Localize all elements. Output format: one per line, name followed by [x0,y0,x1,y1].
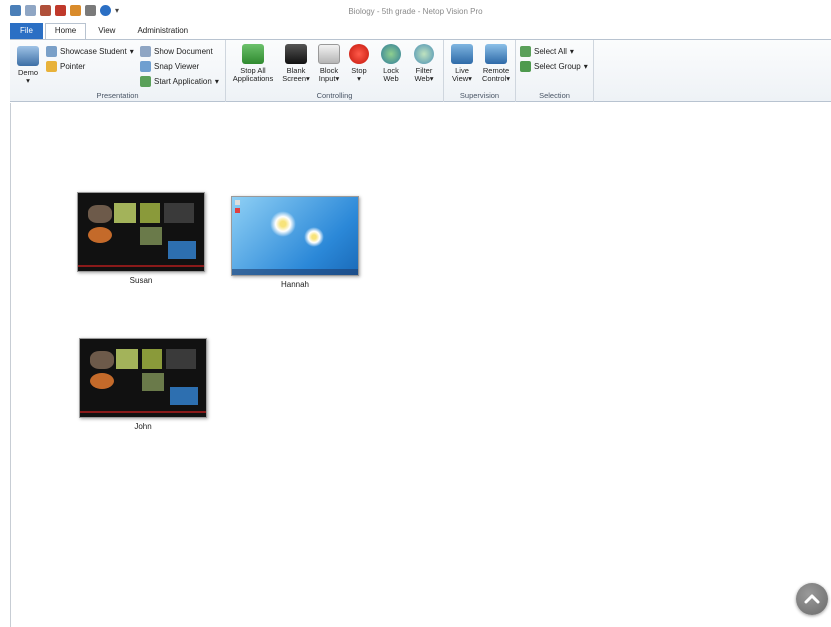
tab-view[interactable]: View [88,23,125,39]
document-icon [140,46,151,57]
live-view-button[interactable]: Live View▾ [447,44,477,83]
select-group-label: Select Group [534,62,581,71]
chevron-down-icon: ▾ [357,74,361,83]
chevron-down-icon: ▾ [506,74,510,83]
chevron-down-icon: ▾ [335,74,340,83]
showcase-student-button[interactable]: Showcase Student ▾ [46,46,134,57]
ribbon-tabs: File Home View Administration [10,23,198,39]
student-tile[interactable]: Hannah [231,196,359,289]
group-selection: Select All ▾ Select Group ▾ Selection [516,40,594,102]
chevron-down-icon: ▾ [26,76,30,85]
scroll-up-button[interactable] [796,583,828,615]
select-all-button[interactable]: Select All ▾ [520,46,574,57]
stop-all-applications-button[interactable]: Stop All Applications [229,44,277,83]
filter-web-icon [414,44,434,64]
blank-label-2: Screen [282,74,306,83]
blank-screen-button[interactable]: Blank Screen▾ [279,44,313,83]
pointer-label: Pointer [60,62,86,71]
application-icon [140,76,151,87]
chevron-down-icon: ▾ [468,74,472,83]
window-title: Biology - 5th grade - Netop Vision Pro [348,7,483,16]
student-tile[interactable]: Susan [77,192,205,285]
select-group-button[interactable]: Select Group ▾ [520,61,588,72]
snap-viewer-button[interactable]: Snap Viewer [140,61,199,72]
select-all-icon [520,46,531,57]
select-group-icon [520,61,531,72]
stop-icon [349,44,369,64]
title-bar: ▾ Biology - 5th grade - Netop Vision Pro [0,0,831,22]
student-tile[interactable]: John [79,338,207,431]
remote-control-icon [485,44,507,64]
lock-web-icon [381,44,401,64]
monitor-icon [17,46,39,66]
chevron-down-icon: ▾ [306,74,310,83]
chevron-down-icon: ▾ [583,62,588,71]
chevron-down-icon: ▾ [569,47,574,56]
chevron-down-icon: ▾ [429,74,434,83]
start-application-button[interactable]: Start Application ▾ [140,76,219,87]
stop-all-label-2: Applications [232,74,274,83]
student-screen-thumbnail[interactable] [77,192,205,272]
showcase-icon [46,46,57,57]
show-document-label: Show Document [154,47,213,56]
student-name: Susan [129,276,153,285]
stop-applications-icon [242,44,264,64]
ribbon: Demo ▾ Showcase Student ▾ Pointer Show D… [10,39,831,102]
group-supervision: Live View▾ Remote Control▾ Supervision [444,40,516,102]
tab-file[interactable]: File [10,23,43,39]
lock-label-2: Web [383,74,399,83]
remote-control-button[interactable]: Remote Control▾ [478,44,514,83]
chevron-down-icon: ▾ [129,47,134,56]
select-all-label: Select All [534,47,567,56]
live-label-2: View [452,74,469,83]
showcase-label: Showcase Student [60,47,127,56]
group-label-selection: Selection [539,91,570,100]
group-label-presentation: Presentation [96,91,139,100]
student-name: John [134,422,152,431]
camera-icon [140,61,151,72]
start-application-label: Start Application [154,77,212,86]
lock-web-button[interactable]: Lock Web [376,44,406,83]
filter-label-2: Web [414,74,430,83]
tab-administration[interactable]: Administration [127,23,198,39]
stop-button[interactable]: Stop ▾ [346,44,372,83]
group-label-controlling: Controlling [316,91,353,100]
group-controlling: Stop All Applications Blank Screen▾ Bloc… [226,40,444,102]
keyboard-lock-icon [318,44,340,64]
pointer-button[interactable]: Pointer [46,61,85,72]
group-label-supervision: Supervision [459,91,500,100]
snap-viewer-label: Snap Viewer [154,62,200,71]
block-label-2: Input [318,74,336,83]
student-screen-thumbnail[interactable] [79,338,207,418]
student-screen-thumbnail[interactable] [231,196,359,276]
live-view-icon [451,44,473,64]
blank-screen-icon [285,44,307,64]
remote-label-2: Control [482,74,507,83]
chevron-up-icon [804,594,820,604]
group-presentation: Demo ▾ Showcase Student ▾ Pointer Show D… [10,40,226,102]
demo-button[interactable]: Demo ▾ [14,46,42,85]
show-document-button[interactable]: Show Document [140,46,213,57]
pointer-icon [46,61,57,72]
student-name: Hannah [280,280,310,289]
chevron-down-icon: ▾ [214,77,219,86]
tab-home[interactable]: Home [44,23,87,39]
block-input-button[interactable]: Block Input▾ [314,44,344,83]
filter-web-button[interactable]: Filter Web▾ [409,44,439,83]
